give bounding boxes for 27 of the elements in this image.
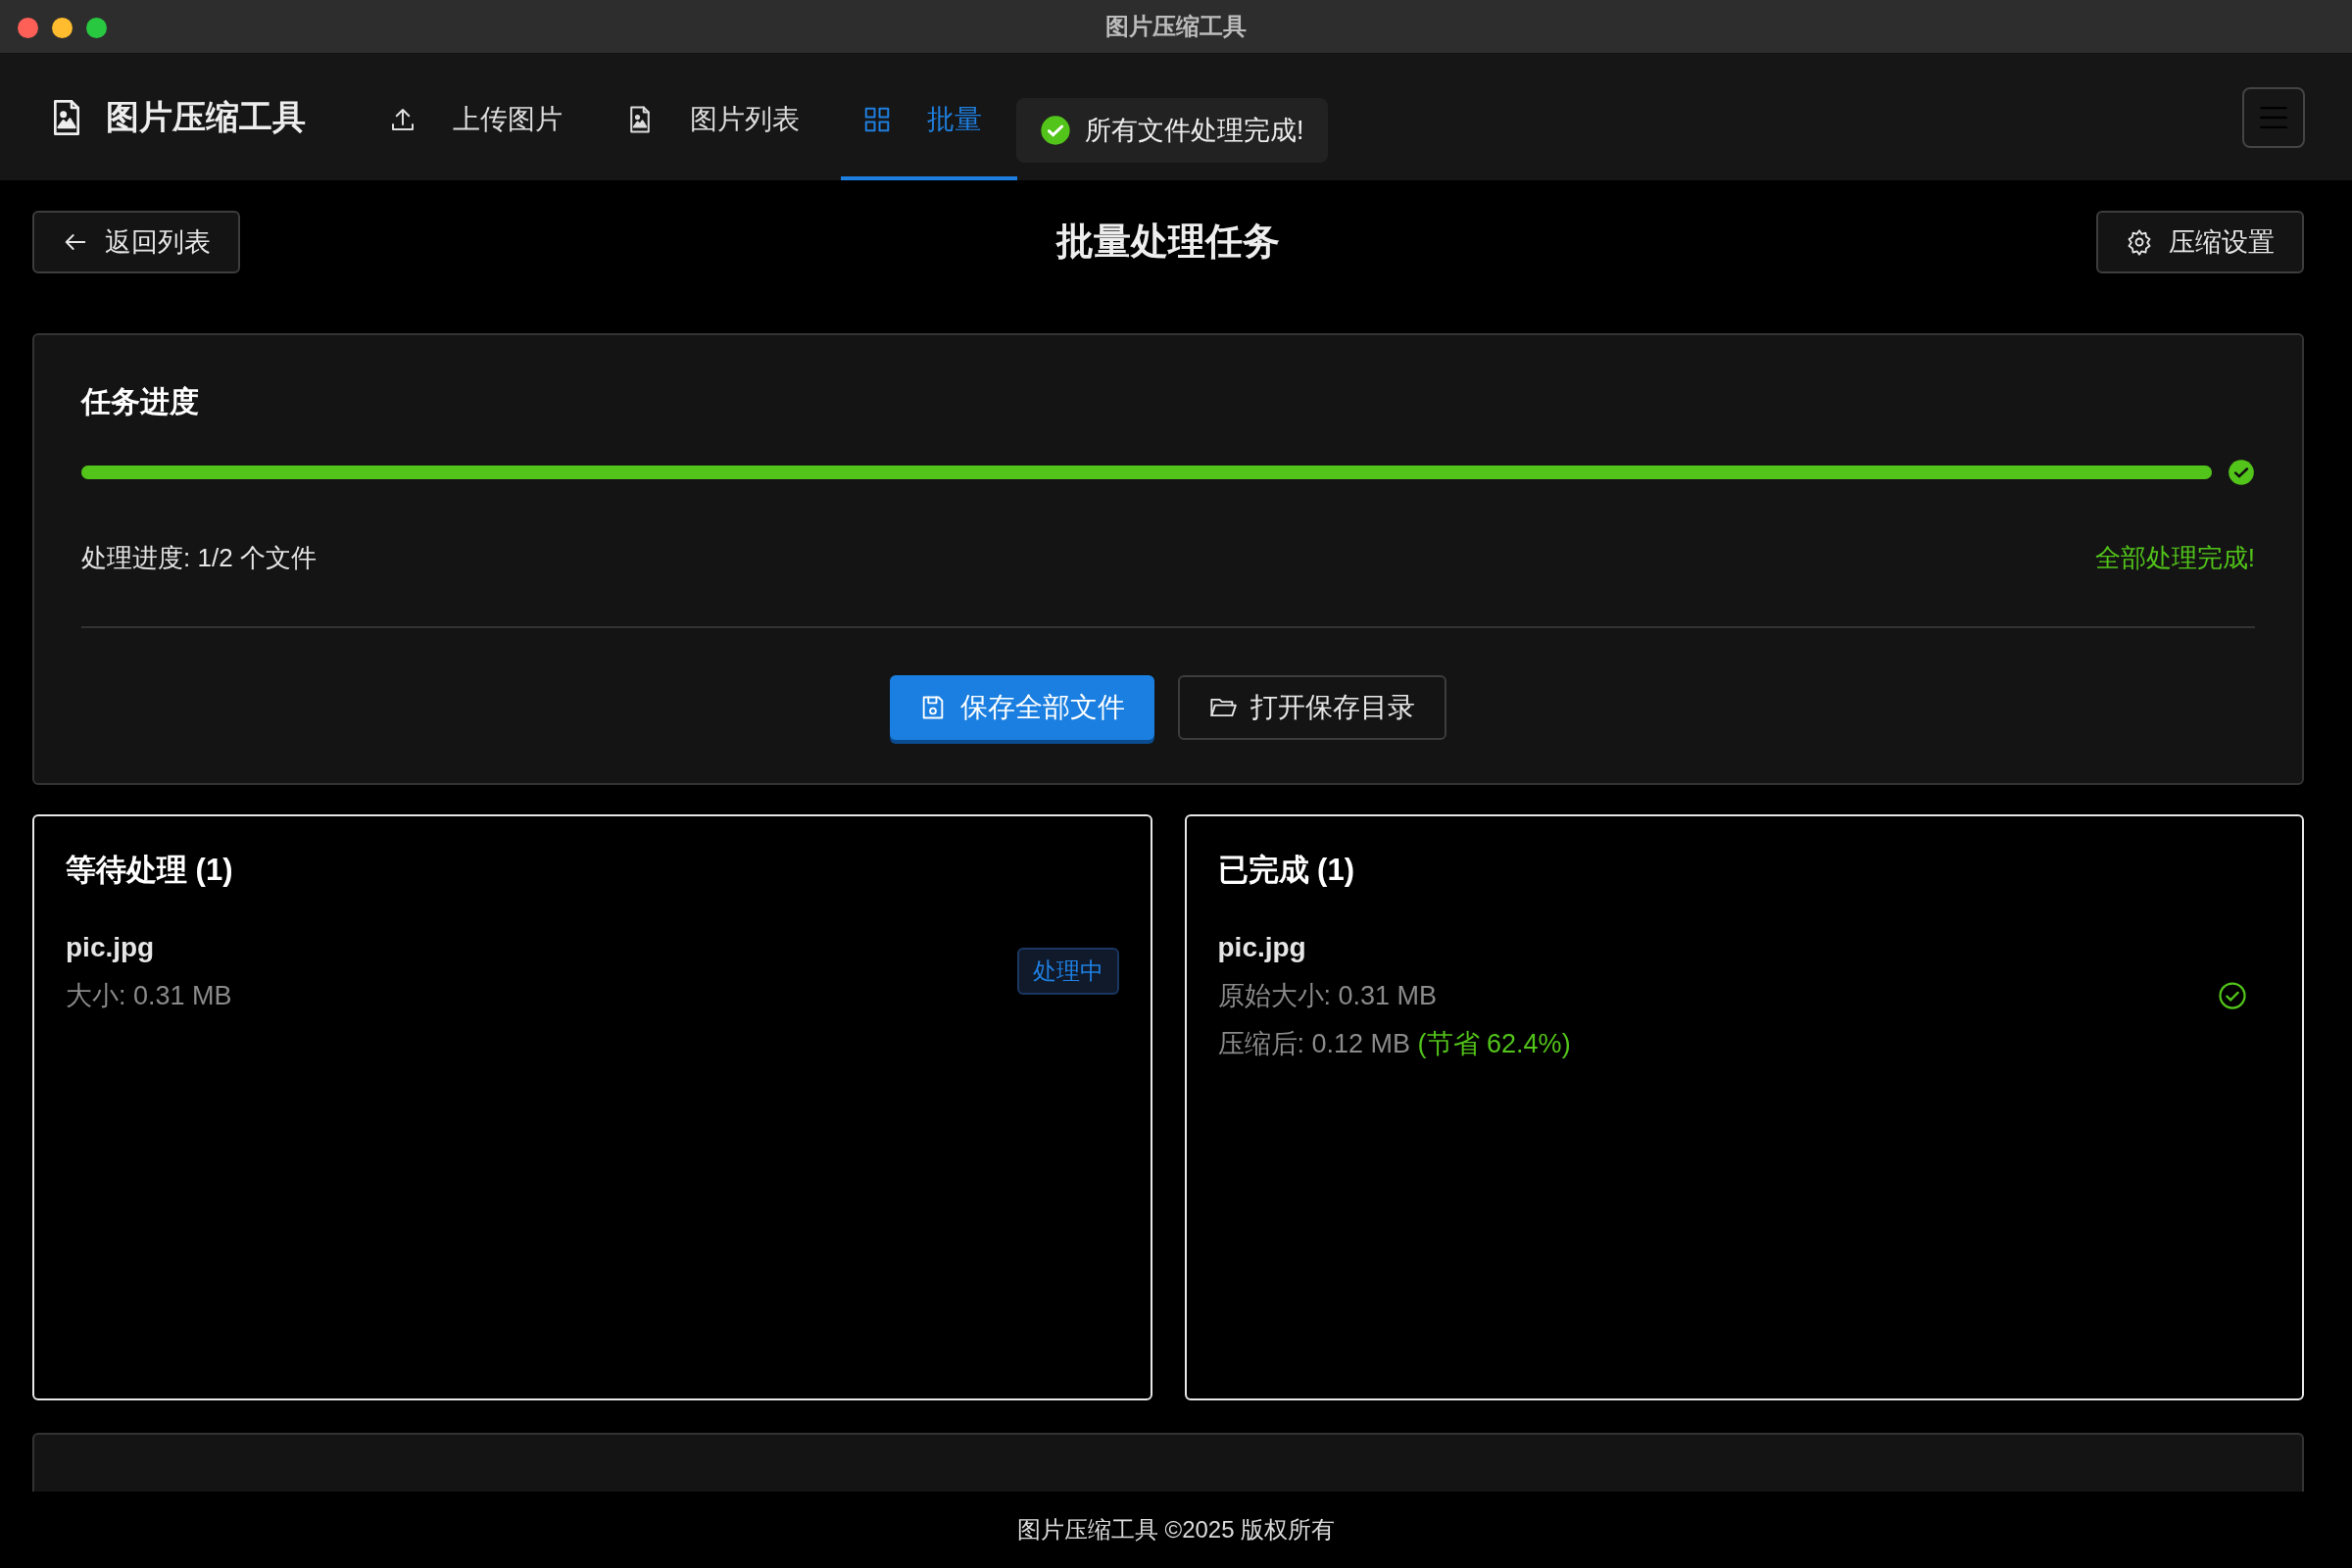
status-badge: 处理中 xyxy=(1016,948,1119,996)
settings-icon xyxy=(2126,228,2153,256)
app-brand[interactable]: 图片压缩工具 xyxy=(106,92,306,142)
page-title: 批量处理任务 xyxy=(1056,220,1280,265)
nav-tab[interactable]: 图片列表 xyxy=(604,54,821,180)
file-name: pic.jpg xyxy=(66,931,156,965)
section-title: 任务进度 xyxy=(81,384,200,419)
open-folder-button[interactable]: 打开保存目录 xyxy=(1178,675,1446,740)
check-circle-icon xyxy=(2218,980,2247,1010)
zoom-button[interactable] xyxy=(86,18,107,38)
progress-count: 处理进度: 1/2 个文件 xyxy=(81,542,317,574)
file-size: 大小: 0.31 MB xyxy=(66,980,232,1013)
status-text: 全部处理完成! xyxy=(2094,542,2255,574)
nav-tab[interactable]: 上传图片 xyxy=(367,54,584,180)
file-name: pic.jpg xyxy=(1217,931,1307,965)
toast-message: 所有文件处理完成! xyxy=(1085,114,1304,147)
success-icon xyxy=(1040,115,1071,146)
settings-button[interactable]: 压缩设置 xyxy=(2096,211,2304,273)
card-title: 已完成 (1) xyxy=(1217,852,1355,889)
savings-text: (节省 62.4%) xyxy=(1417,1028,1571,1058)
compressed-size: 压缩后: 0.12 MB xyxy=(1217,1028,1411,1058)
close-button[interactable] xyxy=(18,18,38,38)
back-button[interactable]: 返回列表 xyxy=(32,211,240,273)
window-title: 图片压缩工具 xyxy=(1105,12,1247,41)
file-size: 原始大小: 0.31 MB xyxy=(1217,980,1439,1013)
minimize-button[interactable] xyxy=(52,18,73,38)
card-title: 等待处理 (1) xyxy=(66,852,234,889)
